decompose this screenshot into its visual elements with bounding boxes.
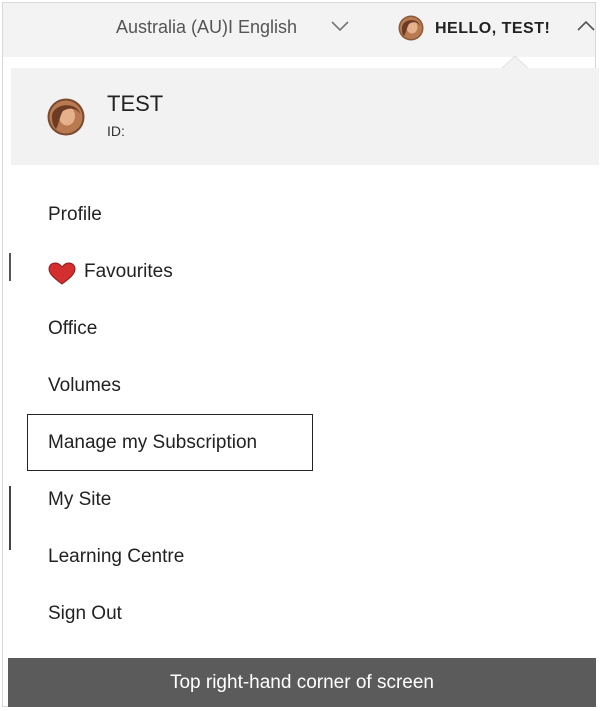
screenshot-frame: Australia (AU)I English HELLO, TEST! TES… <box>2 2 599 707</box>
top-bar: Australia (AU)I English HELLO, TEST! <box>3 3 595 57</box>
menu-item-volumes[interactable]: Volumes <box>48 375 121 397</box>
menu-item-label: Favourites <box>84 261 173 282</box>
background-edge-mark <box>9 486 11 550</box>
menu-item-office[interactable]: Office <box>48 318 97 340</box>
chevron-down-icon[interactable] <box>330 17 350 35</box>
heart-icon <box>48 262 76 285</box>
avatar <box>47 98 85 136</box>
user-name: TEST <box>107 91 164 116</box>
menu-item-manage-subscription[interactable]: Manage my Subscription <box>48 432 257 454</box>
menu-item-learning-centre[interactable]: Learning Centre <box>48 546 184 568</box>
avatar[interactable] <box>398 15 424 41</box>
locale-selector[interactable]: Australia (AU)I English <box>116 17 297 38</box>
user-id-label: ID: <box>107 123 125 139</box>
menu-item-sign-out[interactable]: Sign Out <box>48 603 122 625</box>
menu-item-favourites[interactable]: Favourites <box>48 261 173 285</box>
account-dropdown-menu: TEST ID: Profile Favourites Office Volum… <box>11 68 599 688</box>
chevron-up-icon[interactable] <box>575 17 597 35</box>
background-edge-mark <box>9 253 11 281</box>
menu-header: TEST ID: <box>11 68 599 165</box>
menu-item-profile[interactable]: Profile <box>48 204 102 226</box>
menu-item-my-site[interactable]: My Site <box>48 489 111 511</box>
caption-bar: Top right-hand corner of screen <box>8 658 596 707</box>
user-greeting[interactable]: HELLO, TEST! <box>435 20 550 38</box>
